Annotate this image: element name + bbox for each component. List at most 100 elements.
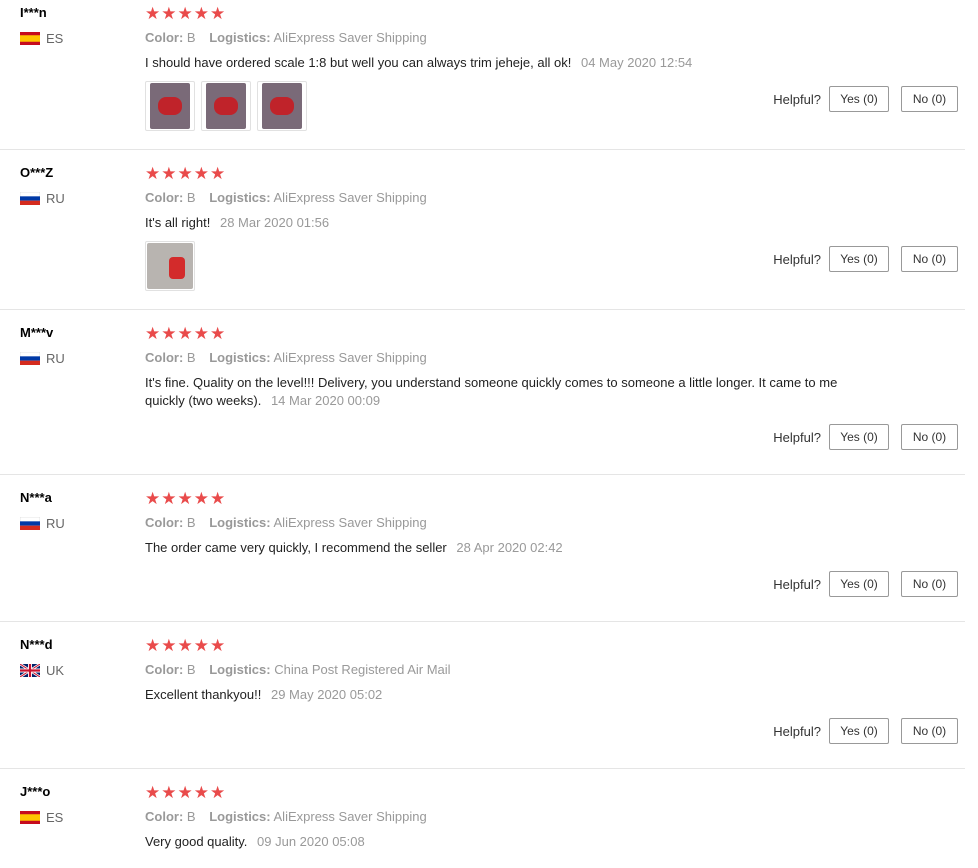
review-body: It's fine. Quality on the level!!! Deliv… — [145, 375, 838, 408]
reviewer-info: I***n ES — [20, 5, 130, 46]
uk-flag-icon — [20, 664, 40, 677]
color-value: B — [186, 350, 196, 365]
review-content: ★★★★★ Color: B Logistics: AliExpress Sav… — [145, 165, 865, 291]
review-item: N***a RU ★★★★★ Color: B Logistics: AliEx… — [0, 490, 965, 622]
review-date: 28 Mar 2020 01:56 — [219, 215, 330, 230]
helpful-no-button[interactable]: No (0) — [901, 718, 958, 744]
logistics-key: Logistics: — [209, 515, 271, 530]
reviewer-country: ES — [20, 810, 130, 825]
reviewer-name: N***d — [20, 637, 53, 652]
color-key: Color: — [145, 190, 184, 205]
color-value: B — [186, 190, 196, 205]
reviewer-name: N***a — [20, 490, 52, 505]
reviewer-info: J***o ES — [20, 784, 130, 825]
review-content: ★★★★★ Color: B Logistics: AliExpress Sav… — [145, 490, 865, 557]
helpful-controls: Helpful? Yes (0) No (0) — [773, 571, 958, 597]
reviewer-name: J***o — [20, 784, 51, 799]
helpful-no-button[interactable]: No (0) — [901, 86, 958, 112]
helpful-yes-button[interactable]: Yes (0) — [829, 86, 889, 112]
review-attributes: Color: B Logistics: AliExpress Saver Shi… — [145, 30, 865, 46]
logistics-key: Logistics: — [209, 190, 271, 205]
star-rating: ★★★★★ — [145, 164, 227, 183]
review-content: ★★★★★ Color: B Logistics: AliExpress Sav… — [145, 5, 865, 131]
star-rating: ★★★★★ — [145, 636, 227, 655]
review-attributes: Color: B Logistics: China Post Registere… — [145, 662, 865, 678]
logistics-value: China Post Registered Air Mail — [274, 662, 451, 677]
review-date: 14 Mar 2020 00:09 — [270, 393, 381, 408]
review-text: I should have ordered scale 1:8 but well… — [145, 54, 865, 72]
review-photo[interactable] — [145, 241, 195, 291]
review-item: N***d UK ★★★★★ Color: B Logistics: China… — [0, 637, 965, 769]
reviewer-info: O***Z RU — [20, 165, 130, 206]
review-date: 04 May 2020 12:54 — [580, 55, 693, 70]
helpful-yes-button[interactable]: Yes (0) — [829, 718, 889, 744]
review-photo[interactable] — [201, 81, 251, 131]
review-attributes: Color: B Logistics: AliExpress Saver Shi… — [145, 515, 865, 531]
color-key: Color: — [145, 662, 184, 677]
helpful-controls: Helpful? Yes (0) No (0) — [773, 86, 958, 112]
color-value: B — [186, 30, 196, 45]
review-body: It's all right! — [145, 215, 211, 230]
logistics-value: AliExpress Saver Shipping — [273, 30, 427, 45]
helpful-no-button[interactable]: No (0) — [901, 246, 958, 272]
review-photo[interactable] — [145, 81, 195, 131]
logistics-value: AliExpress Saver Shipping — [273, 190, 427, 205]
review-attributes: Color: B Logistics: AliExpress Saver Shi… — [145, 350, 865, 366]
russia-flag-icon — [20, 352, 40, 365]
russia-flag-icon — [20, 192, 40, 205]
reviewer-name: O***Z — [20, 165, 54, 180]
review-photo[interactable] — [257, 81, 307, 131]
star-rating: ★★★★★ — [145, 324, 227, 343]
review-text: The order came very quickly, I recommend… — [145, 539, 865, 557]
helpful-no-button[interactable]: No (0) — [901, 571, 958, 597]
color-key: Color: — [145, 350, 184, 365]
review-item: J***o ES ★★★★★ Color: B Logistics: AliEx… — [0, 784, 965, 868]
review-text: Very good quality. 09 Jun 2020 05:08 — [145, 833, 865, 851]
country-code: RU — [46, 191, 65, 206]
helpful-label: Helpful? — [773, 251, 821, 267]
helpful-yes-button[interactable]: Yes (0) — [829, 246, 889, 272]
reviewer-country: RU — [20, 516, 130, 531]
logistics-key: Logistics: — [209, 350, 271, 365]
review-attributes: Color: B Logistics: AliExpress Saver Shi… — [145, 809, 865, 825]
review-item: I***n ES ★★★★★ Color: B Logistics: AliEx… — [0, 5, 965, 150]
color-key: Color: — [145, 30, 184, 45]
reviewer-country: RU — [20, 351, 130, 366]
country-code: ES — [46, 810, 64, 825]
review-date: 28 Apr 2020 02:42 — [456, 540, 563, 555]
helpful-no-button[interactable]: No (0) — [901, 424, 958, 450]
logistics-value: AliExpress Saver Shipping — [273, 350, 427, 365]
country-code: ES — [46, 31, 64, 46]
reviewer-name: I***n — [20, 5, 47, 20]
review-content: ★★★★★ Color: B Logistics: AliExpress Sav… — [145, 784, 865, 851]
review-text: It's fine. Quality on the level!!! Deliv… — [145, 374, 865, 410]
reviewer-name: M***v — [20, 325, 54, 340]
helpful-yes-button[interactable]: Yes (0) — [829, 571, 889, 597]
spain-flag-icon — [20, 811, 40, 824]
reviewer-info: N***a RU — [20, 490, 130, 531]
helpful-label: Helpful? — [773, 429, 821, 445]
logistics-key: Logistics: — [209, 30, 271, 45]
helpful-label: Helpful? — [773, 723, 821, 739]
color-value: B — [186, 515, 196, 530]
review-date: 09 Jun 2020 05:08 — [257, 834, 365, 849]
star-rating: ★★★★★ — [145, 4, 227, 23]
country-code: RU — [46, 516, 65, 531]
helpful-controls: Helpful? Yes (0) No (0) — [773, 718, 958, 744]
russia-flag-icon — [20, 517, 40, 530]
review-text: It's all right! 28 Mar 2020 01:56 — [145, 214, 865, 232]
review-date: 29 May 2020 05:02 — [270, 687, 383, 702]
spain-flag-icon — [20, 32, 40, 45]
logistics-value: AliExpress Saver Shipping — [273, 515, 427, 530]
review-item: O***Z RU ★★★★★ Color: B Logistics: AliEx… — [0, 165, 965, 310]
color-key: Color: — [145, 809, 184, 824]
logistics-value: AliExpress Saver Shipping — [273, 809, 427, 824]
color-key: Color: — [145, 515, 184, 530]
reviewer-country: RU — [20, 191, 130, 206]
review-body: The order came very quickly, I recommend… — [145, 540, 447, 555]
review-photos — [145, 81, 865, 131]
helpful-yes-button[interactable]: Yes (0) — [829, 424, 889, 450]
star-rating: ★★★★★ — [145, 783, 227, 802]
star-rating: ★★★★★ — [145, 489, 227, 508]
review-item: M***v RU ★★★★★ Color: B Logistics: AliEx… — [0, 325, 965, 475]
